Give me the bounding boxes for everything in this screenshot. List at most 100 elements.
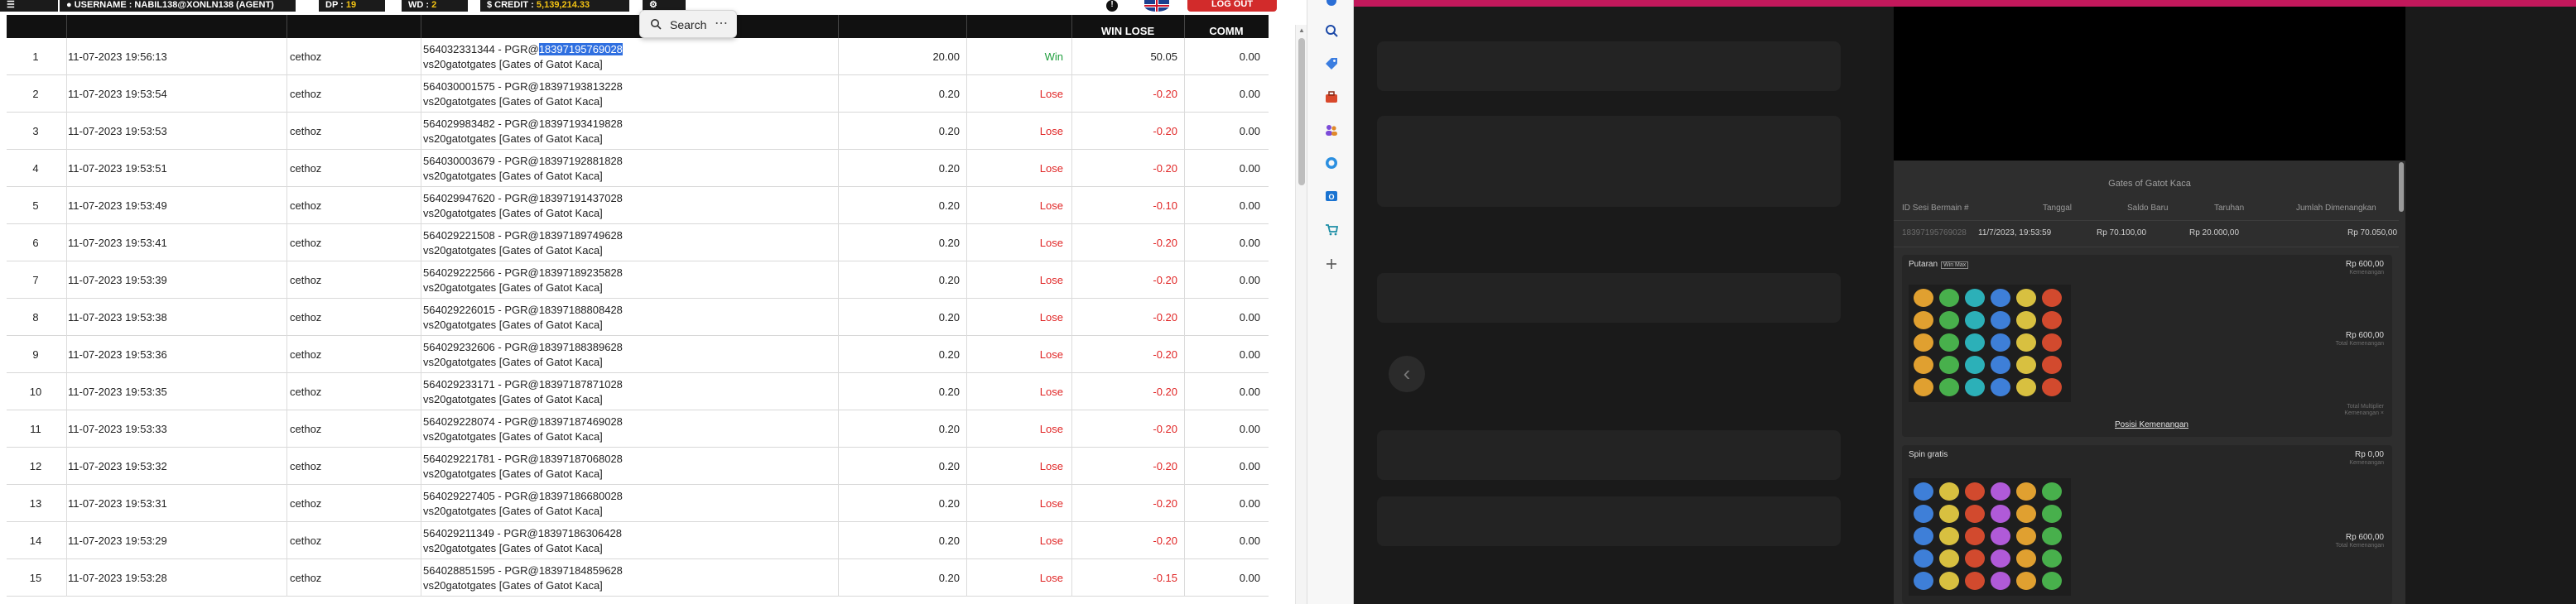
table-scrollbar[interactable]: ▲ [1295,25,1307,604]
row-result: Lose [1039,237,1063,249]
people-icon[interactable] [1324,122,1339,137]
row-username: cethoz [290,162,322,175]
round-reference[interactable]: 18397193419828 [539,117,623,130]
header-win-lose[interactable]: WIN LOSE [1071,25,1184,38]
free-spin-total: Rp 600,00 [2345,533,2384,542]
copilot-icon[interactable] [1324,156,1339,170]
description-prefix: 564032331344 - PGR@ [423,43,539,55]
round-reference[interactable]: 18397189749628 [539,229,623,242]
scrollbar-thumb[interactable] [1298,38,1305,185]
description-prefix: 564029211349 - PGR@ [423,527,538,539]
table-row[interactable]: 11 11-07-2023 19:53:33 cethoz 564029228074 … [7,410,1269,448]
table-row[interactable]: 1 11-07-2023 19:56:13 cethoz 564032331344 -… [7,38,1269,75]
round-reference[interactable]: 18397189235828 [539,266,623,279]
row-bet: 0.20 [938,534,960,547]
round-reference[interactable]: 18397187871028 [539,378,623,391]
outlook-icon[interactable]: O [1324,189,1339,204]
row-date: 11-07-2023 19:53:31 [68,497,167,510]
search-popup[interactable]: Search ⋯ [639,10,737,38]
info-icon[interactable]: ! [1106,0,1118,12]
round-reference[interactable]: 18397187469028 [539,415,623,428]
table-row[interactable]: 5 11-07-2023 19:53:49 cethoz 564029947620 -… [7,187,1269,224]
description-prefix: 564029221508 - PGR@ [423,229,539,242]
round-reference[interactable]: 18397186680028 [539,490,623,502]
table-row[interactable]: 15 11-07-2023 19:53:28 cethoz 564028851595 … [7,559,1269,597]
row-comm: 0.00 [1239,199,1260,212]
free-spin-label: Spin gratis [1909,450,1948,459]
logout-button[interactable]: LOG OUT [1187,0,1277,12]
table-row[interactable]: 2 11-07-2023 19:53:54 cethoz 564030001575 -… [7,75,1269,113]
round-reference[interactable]: 18397195769028 [538,43,623,55]
table-row[interactable]: 9 11-07-2023 19:53:36 cethoz 564029232606 -… [7,336,1269,373]
row-username: cethoz [290,460,322,472]
round-reference[interactable]: 18397193813228 [539,80,623,93]
table-row[interactable]: 10 11-07-2023 19:53:35 cethoz 564029233171 … [7,373,1269,410]
row-username: cethoz [290,274,322,286]
settings-icon[interactable]: ⚙ [649,0,657,10]
add-icon[interactable] [1324,256,1339,271]
free-spin-amount-sub: Kemenangan [2349,460,2384,466]
username-text: USERNAME : NABIL138@XONLN138 (AGENT) [74,0,274,10]
spin-amount-sub: Kemenangan [2349,270,2384,276]
table-row[interactable]: 8 11-07-2023 19:53:38 cethoz 564029226015 -… [7,299,1269,336]
round-reference[interactable]: 18397184859628 [539,564,623,577]
slot-symbol [1939,505,1959,523]
row-comm: 0.00 [1239,572,1260,584]
toolbox-icon[interactable] [1324,89,1339,104]
row-win-lose: -0.20 [1153,311,1177,324]
session-id-value: 18397195769028 [1902,228,1967,237]
menu-box[interactable]: ☰ [0,0,58,12]
header-comm[interactable]: COMM [1184,25,1269,38]
col-win-amount: Jumlah Dimenangkan [2296,204,2376,213]
table-row[interactable]: 14 11-07-2023 19:53:29 cethoz 564029211349 … [7,522,1269,559]
round-reference[interactable]: 18397188389628 [539,341,623,353]
spin-note: Total Multiplier [2347,404,2384,410]
slot-symbol [2016,333,2036,352]
slot-symbol [2016,482,2036,501]
slot-symbol [2016,527,2036,545]
table-row[interactable]: 7 11-07-2023 19:53:39 cethoz 564029222566 -… [7,261,1269,299]
table-row[interactable]: 4 11-07-2023 19:53:51 cethoz 564030003679 -… [7,150,1269,187]
round-reference[interactable]: 18397192881828 [539,155,623,167]
paylines-link[interactable]: Posisi Kemenangan [2115,420,2188,429]
uk-flag-icon[interactable] [1144,0,1169,12]
round-reference[interactable]: 18397186306428 [538,527,622,539]
more-options-icon[interactable]: ⋯ [715,15,729,31]
description-prefix: 564028851595 - PGR@ [423,564,539,577]
slot-symbol [1991,527,2010,545]
slot-symbol [1965,549,1985,568]
round-reference[interactable]: 18397191437028 [539,192,623,204]
description-prefix: 564029232606 - PGR@ [423,341,539,353]
row-description: 564029227405 - PGR@18397186680028 vs20gat… [423,485,837,522]
row-bet: 0.20 [938,423,960,435]
description-prefix: 564029222566 - PGR@ [423,266,539,279]
row-description: 564029211349 - PGR@18397186306428 vs20gat… [423,522,837,559]
search-icon[interactable] [1324,23,1339,38]
row-date: 11-07-2023 19:53:39 [68,274,167,286]
slot-symbol [1914,572,1933,590]
slot-symbol [2042,572,2062,590]
top-partial-icon[interactable] [1324,0,1339,8]
table-row[interactable]: 6 11-07-2023 19:53:41 cethoz 564029221508 -… [7,224,1269,261]
tag-icon[interactable] [1324,56,1339,71]
game-name: vs20gatotgates [Gates of Gatot Kaca] [423,170,603,182]
description-prefix: 564029226015 - PGR@ [423,304,539,316]
row-number: 9 [32,348,39,361]
row-number: 2 [32,88,39,100]
row-username: cethoz [290,311,322,324]
scroll-up-icon[interactable]: ▲ [1298,26,1305,34]
row-result: Lose [1039,497,1063,510]
row-description: 564030001575 - PGR@18397193813228 vs20gat… [423,75,837,113]
description-prefix: 564029983482 - PGR@ [423,117,539,130]
back-arrow-icon[interactable]: ‹ [1389,356,1425,392]
round-reference[interactable]: 18397188808428 [539,304,623,316]
row-number: 6 [32,237,39,249]
menu-icon[interactable]: ☰ [7,0,18,10]
row-win-lose: -0.20 [1153,497,1177,510]
table-row[interactable]: 3 11-07-2023 19:53:53 cethoz 564029983482 -… [7,113,1269,150]
table-row[interactable]: 13 11-07-2023 19:53:31 cethoz 564029227405 … [7,485,1269,522]
round-reference[interactable]: 18397187068028 [539,453,623,465]
row-bet: 0.20 [938,497,960,510]
table-row[interactable]: 12 11-07-2023 19:53:32 cethoz 564029221781 … [7,448,1269,485]
shopping-icon[interactable] [1324,222,1339,237]
